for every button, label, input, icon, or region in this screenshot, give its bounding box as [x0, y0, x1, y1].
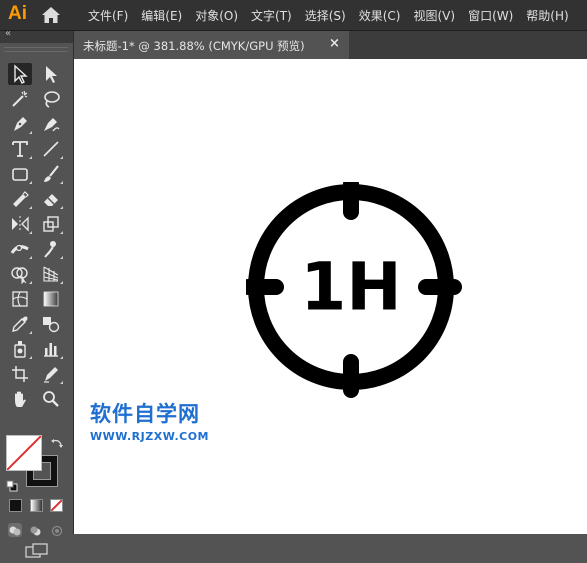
default-fill-stroke-icon[interactable]	[6, 477, 18, 496]
shape-builder-tool-icon[interactable]	[8, 263, 32, 285]
lasso-tool-icon[interactable]	[39, 88, 63, 110]
shaper-tool-icon[interactable]	[8, 188, 32, 210]
pen-tool-icon[interactable]	[8, 113, 32, 135]
rectangle-tool-icon[interactable]	[8, 163, 32, 185]
curvature-tool-icon[interactable]	[39, 113, 63, 135]
menu-window[interactable]: 窗口(W)	[468, 7, 513, 24]
width-tool-icon[interactable]	[8, 238, 32, 260]
fill-swatch[interactable]	[6, 435, 42, 471]
app-logo: Ai	[8, 3, 27, 24]
menu-type[interactable]: 文字(T)	[251, 7, 292, 24]
color-mode-button[interactable]	[9, 499, 22, 512]
tools-panel-header: «	[0, 28, 73, 43]
eyedropper-tool-icon[interactable]	[8, 313, 32, 335]
gradient-mode-button[interactable]	[30, 499, 43, 512]
paintbrush-tool-icon[interactable]	[39, 163, 63, 185]
artwork-label: 1H	[300, 249, 401, 326]
symbol-sprayer-tool-icon[interactable]	[8, 338, 32, 360]
menu-edit[interactable]: 编辑(E)	[141, 7, 182, 24]
menu-select[interactable]: 选择(S)	[305, 7, 346, 24]
menu-object[interactable]: 对象(O)	[195, 7, 238, 24]
draw-behind-icon[interactable]	[29, 523, 43, 537]
tools-panel: «	[0, 28, 74, 558]
hand-tool-icon[interactable]	[8, 388, 32, 410]
home-icon[interactable]	[41, 6, 61, 24]
eraser-tool-icon[interactable]	[39, 188, 63, 210]
watermark-url: WWW.RJZXW.COM	[90, 430, 209, 443]
close-icon[interactable]: ×	[329, 36, 340, 51]
gradient-tool-icon[interactable]	[39, 288, 63, 310]
blend-tool-icon[interactable]	[39, 313, 63, 335]
draw-inside-icon[interactable]	[50, 523, 64, 537]
menu-effect[interactable]: 效果(C)	[359, 7, 401, 24]
swap-fill-stroke-icon[interactable]	[50, 436, 64, 455]
magic-wand-tool-icon[interactable]	[8, 88, 32, 110]
document-tab-title: 未标题-1* @ 381.88% (CMYK/GPU 预览)	[83, 39, 305, 53]
zoom-tool-icon[interactable]	[39, 388, 63, 410]
artboard-canvas[interactable]: 1H 软件自学网 WWW.RJZXW.COM	[74, 59, 587, 534]
screen-mode-icon[interactable]	[25, 543, 49, 563]
column-graph-tool-icon[interactable]	[39, 338, 63, 360]
artboard-tool-icon[interactable]	[8, 363, 32, 385]
mesh-tool-icon[interactable]	[8, 288, 32, 310]
direct-selection-tool-icon[interactable]	[39, 63, 63, 85]
menu-view[interactable]: 视图(V)	[413, 7, 455, 24]
draw-normal-icon[interactable]	[8, 523, 22, 537]
document-tab[interactable]: 未标题-1* @ 381.88% (CMYK/GPU 预览) ×	[73, 31, 349, 59]
menu-help[interactable]: 帮助(H)	[526, 7, 568, 24]
type-tool-icon[interactable]	[8, 138, 32, 160]
scale-tool-icon[interactable]	[39, 213, 63, 235]
clock-1h-artwork[interactable]: 1H	[246, 182, 462, 398]
perspective-grid-tool-icon[interactable]	[39, 263, 63, 285]
menu-file[interactable]: 文件(F)	[88, 7, 128, 24]
slice-tool-icon[interactable]	[39, 363, 63, 385]
watermark-title: 软件自学网	[90, 402, 200, 426]
menu-bar: Ai 文件(F) 编辑(E) 对象(O) 文字(T) 选择(S) 效果(C) 视…	[0, 0, 587, 31]
document-tab-bar: 未标题-1* @ 381.88% (CMYK/GPU 预览) ×	[73, 31, 587, 59]
reflect-tool-icon[interactable]	[8, 213, 32, 235]
none-mode-button[interactable]	[50, 499, 63, 512]
selection-tool-icon[interactable]	[8, 63, 32, 85]
menu-items: 文件(F) 编辑(E) 对象(O) 文字(T) 选择(S) 效果(C) 视图(V…	[88, 0, 582, 30]
collapse-icon[interactable]: «	[5, 28, 11, 39]
puppet-warp-tool-icon[interactable]	[39, 238, 63, 260]
line-segment-tool-icon[interactable]	[39, 138, 63, 160]
panel-grip[interactable]	[4, 47, 68, 52]
